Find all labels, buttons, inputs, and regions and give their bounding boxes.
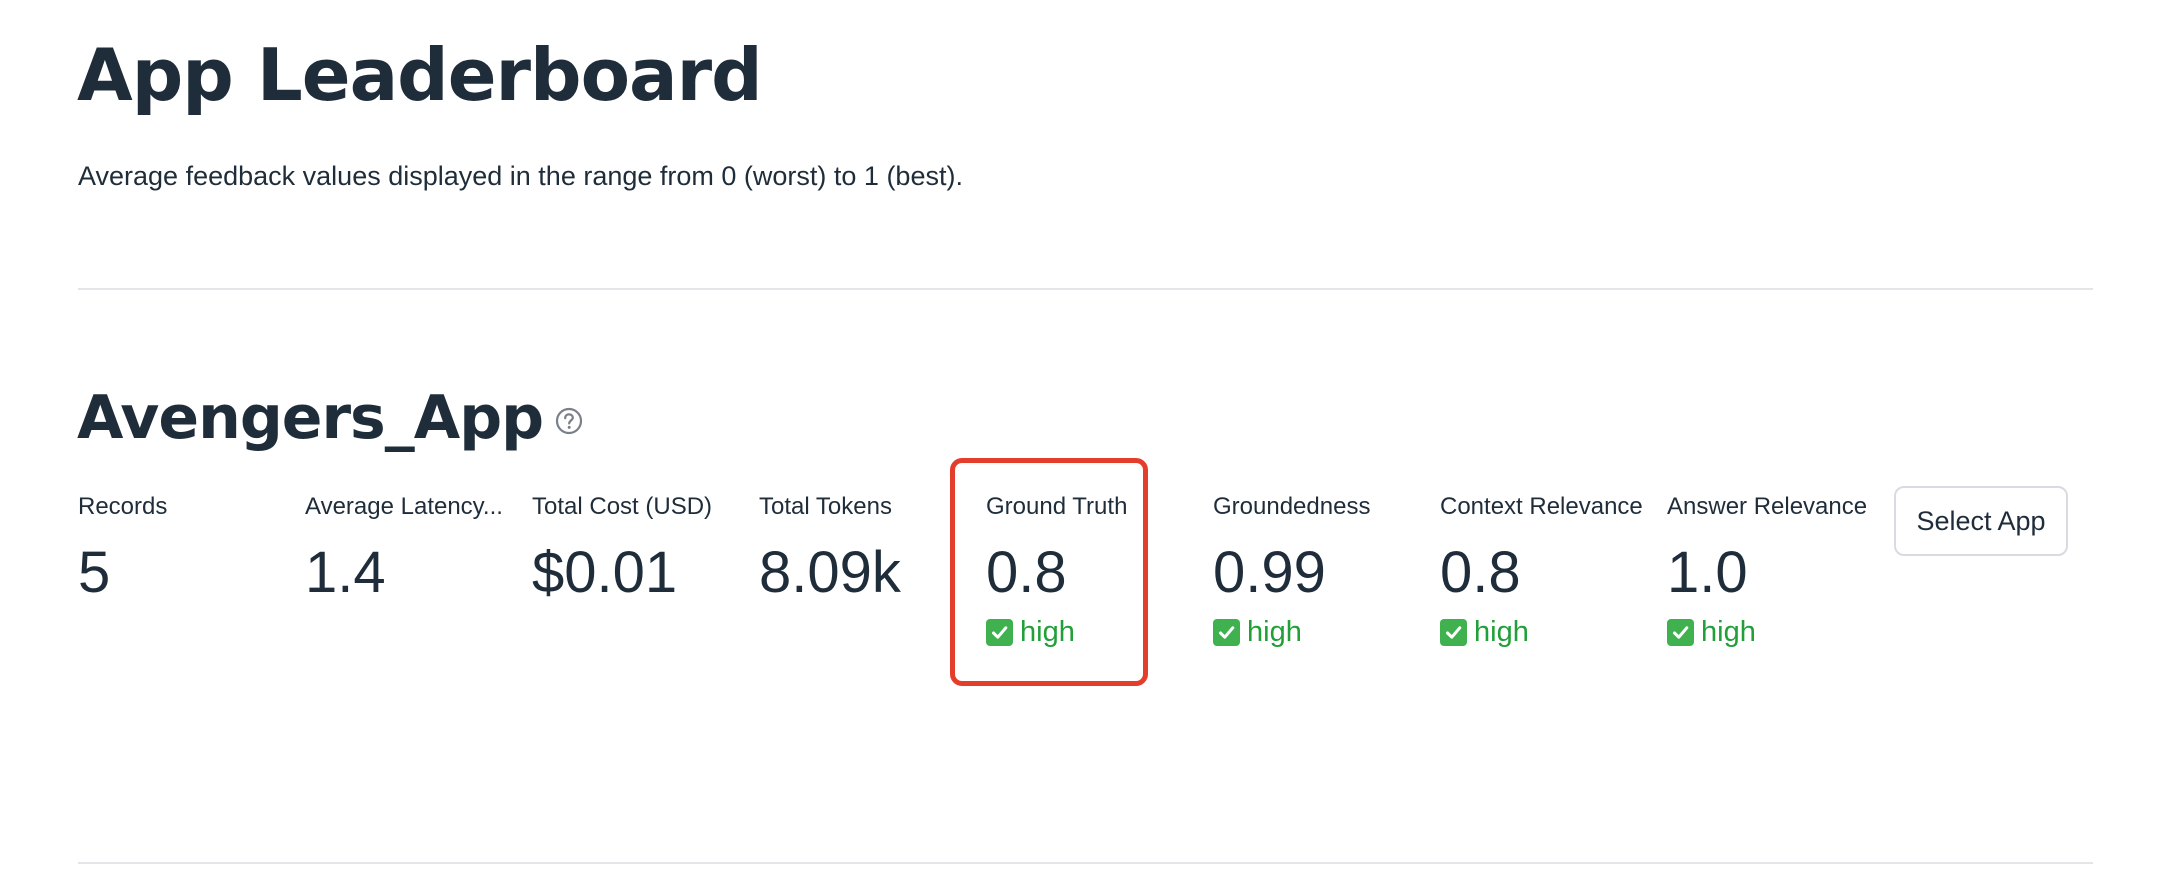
- divider: [78, 288, 2093, 290]
- metric-delta: high: [1213, 614, 1418, 650]
- app-header: Avengers_App: [77, 378, 583, 458]
- metric-context-relevance: Context Relevance 0.8 high: [1440, 490, 1645, 650]
- metric-value: 0.8: [986, 540, 1067, 605]
- select-app-button[interactable]: Select App: [1894, 486, 2068, 556]
- check-mark-icon: [1213, 618, 1240, 646]
- metric-label: Context Relevance: [1440, 493, 1643, 520]
- metric-label: Records: [78, 493, 168, 520]
- check-mark-icon: [1667, 618, 1694, 646]
- metric-label: Average Latency...: [305, 493, 503, 520]
- metric-label: Groundedness: [1213, 493, 1371, 520]
- metric-delta: high: [986, 614, 1191, 650]
- metric-average-latency: Average Latency... 1.4: [305, 490, 510, 608]
- check-mark-icon: [986, 618, 1013, 646]
- metric-ground-truth: Ground Truth 0.8 high: [986, 490, 1191, 650]
- metric-label: Ground Truth: [986, 493, 1128, 520]
- delta-text: high: [1247, 616, 1302, 648]
- metric-answer-relevance: Answer Relevance 1.0 high: [1667, 490, 1872, 650]
- metric-value: 5: [78, 540, 111, 605]
- metric-label: Total Tokens: [759, 493, 892, 520]
- metric-label: Total Cost (USD): [532, 493, 713, 520]
- metric-value: 8.09k: [759, 540, 901, 605]
- metric-delta: high: [1440, 614, 1645, 650]
- page-subtitle: Average feedback values displayed in the…: [78, 161, 963, 191]
- divider: [78, 862, 2093, 864]
- metric-value: 1.4: [305, 540, 386, 605]
- metric-value: 1.0: [1667, 540, 1748, 605]
- metric-delta: high: [1667, 614, 1872, 650]
- metric-groundedness: Groundedness 0.99 high: [1213, 490, 1418, 650]
- metric-value: 0.8: [1440, 540, 1521, 605]
- delta-text: high: [1020, 616, 1075, 648]
- delta-text: high: [1701, 616, 1756, 648]
- metric-records: Records 5: [78, 490, 283, 608]
- metric-label: Answer Relevance: [1667, 493, 1868, 520]
- metric-value: 0.99: [1213, 540, 1326, 605]
- metric-total-cost: Total Cost (USD) $0.01: [532, 490, 737, 608]
- check-mark-icon: [1440, 618, 1467, 646]
- delta-text: high: [1474, 616, 1529, 648]
- question-circle-icon[interactable]: [555, 407, 583, 435]
- metric-total-tokens: Total Tokens 8.09k: [759, 490, 964, 608]
- metric-value: $0.01: [532, 540, 678, 605]
- page-title: App Leaderboard: [77, 33, 763, 117]
- app-name: Avengers_App: [77, 383, 544, 453]
